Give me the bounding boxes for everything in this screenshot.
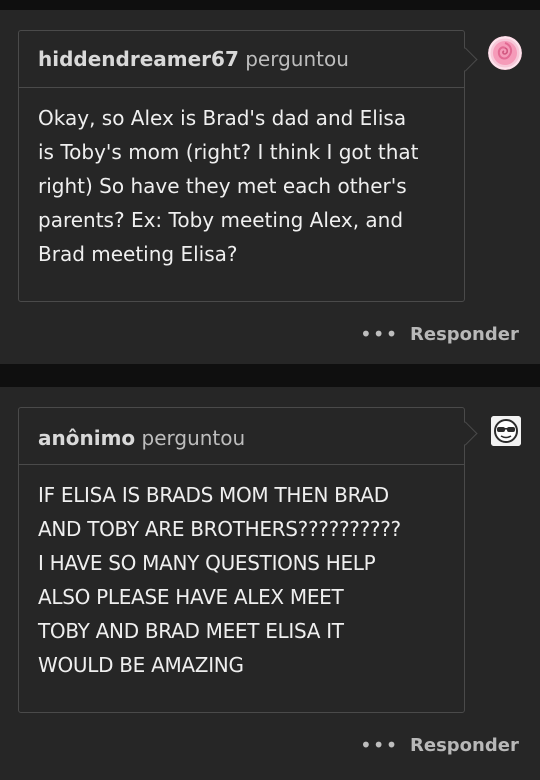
sunglasses-face-avatar-icon[interactable] <box>491 416 521 446</box>
question-line: right) So have they met each other's <box>38 174 407 198</box>
question-line: IF ELISA IS BRADS MOM THEN BRAD <box>38 483 389 507</box>
asker-divider <box>19 464 464 465</box>
question-line: parents? Ex: Toby meeting Alex, and <box>38 208 404 232</box>
asker-line: anônimo perguntou <box>38 426 245 450</box>
ask-post-1: hiddendreamer67 perguntou Okay, so Alex … <box>0 10 540 364</box>
question-text: Okay, so Alex is Brad's dad and Elisa is… <box>38 101 450 271</box>
ask-bubble: hiddendreamer67 perguntou Okay, so Alex … <box>18 30 478 302</box>
asker-line: hiddendreamer67 perguntou <box>38 47 349 71</box>
question-line: WOULD BE AMAZING <box>38 653 244 677</box>
asker-name: anônimo <box>38 426 136 450</box>
question-line: AND TOBY ARE BROTHERS?????????? <box>38 517 401 541</box>
asker-name[interactable]: hiddendreamer67 <box>38 47 239 71</box>
question-line: ALSO PLEASE HAVE ALEX MEET <box>38 585 344 609</box>
reply-button[interactable]: Responder <box>410 324 519 345</box>
question-line: Okay, so Alex is Brad's dad and Elisa <box>38 106 407 130</box>
question-line: TOBY AND BRAD MEET ELISA IT <box>38 619 344 643</box>
more-options-icon[interactable]: ••• <box>360 733 398 757</box>
question-line: is Toby's mom (right? I think I got that <box>38 140 419 164</box>
bubble-pointer <box>453 421 478 446</box>
asked-label: perguntou <box>245 47 349 71</box>
question-text: IF ELISA IS BRADS MOM THEN BRAD AND TOBY… <box>38 478 450 682</box>
bubble-pointer <box>453 47 478 72</box>
reply-button[interactable]: Responder <box>410 735 519 756</box>
post-separator <box>0 364 540 387</box>
ask-bubble: anônimo perguntou IF ELISA IS BRADS MOM … <box>18 407 478 713</box>
asked-label: perguntou <box>141 426 246 450</box>
asker-divider <box>19 87 464 88</box>
pink-rose-avatar-icon[interactable] <box>488 36 522 70</box>
ask-post-2: anônimo perguntou IF ELISA IS BRADS MOM … <box>0 387 540 780</box>
question-line: I HAVE SO MANY QUESTIONS HELP <box>38 551 376 575</box>
question-line: Brad meeting Elisa? <box>38 242 238 266</box>
more-options-icon[interactable]: ••• <box>360 322 398 346</box>
